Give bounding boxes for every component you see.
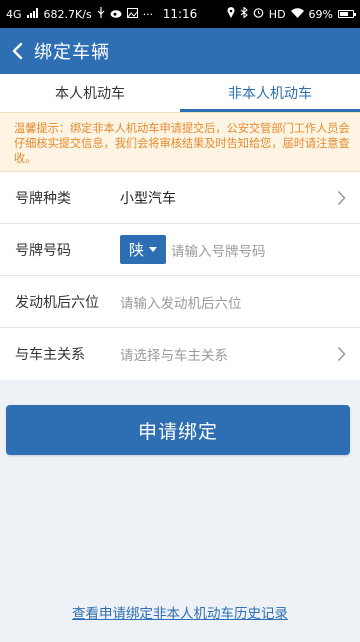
network-speed: 682.7K/s — [43, 7, 92, 21]
plate-number-label: 号牌号码 — [15, 242, 71, 259]
province-select[interactable]: 陕 — [120, 235, 166, 264]
status-bar: 4G 682.7K/s ··· 11:16 HD 69% — [0, 0, 360, 28]
location-icon — [227, 7, 235, 21]
apply-bind-button[interactable]: 申请绑定 — [6, 405, 350, 455]
tab-own-vehicle[interactable]: 本人机动车 — [0, 74, 180, 112]
usb-icon — [97, 7, 105, 21]
plate-type-label: 号牌种类 — [15, 190, 71, 207]
engine-label: 发动机后六位 — [15, 294, 99, 311]
engine-input[interactable]: 请输入发动机后六位 — [120, 292, 242, 312]
bluetooth-icon — [240, 6, 248, 21]
network-type: 4G — [6, 7, 22, 21]
chevron-right-icon — [337, 346, 346, 362]
chevron-left-icon — [12, 42, 23, 60]
notice-banner: 温馨提示：绑定非本人机动车申请提交后，公安交管部门工作人员会仔细核实提交信息，我… — [0, 112, 360, 172]
wifi-icon — [290, 7, 304, 21]
tab-bar: 本人机动车 非本人机动车 — [0, 74, 360, 112]
bind-form: 号牌种类 小型汽车 号牌号码 陕 请输入号牌号码 发动机后六位 请输入发动机后六… — [0, 172, 360, 380]
caret-down-icon — [149, 247, 157, 252]
battery-icon — [338, 10, 356, 18]
engine-row: 发动机后六位 请输入发动机后六位 — [0, 276, 360, 328]
battery-level — [340, 12, 348, 16]
weibo-icon — [110, 8, 122, 21]
page-title: 绑定车辆 — [34, 42, 110, 63]
hd-label: HD — [268, 7, 286, 21]
relation-label: 与车主关系 — [15, 347, 85, 363]
province-value: 陕 — [128, 241, 144, 259]
history-link[interactable]: 查看申请绑定非本人机动车历史记录 — [0, 602, 360, 622]
battery-percent: 69% — [308, 7, 333, 21]
plate-number-input[interactable]: 请输入号牌号码 — [171, 240, 266, 260]
more-dots: ··· — [142, 7, 154, 21]
alarm-icon — [253, 7, 264, 21]
plate-number-row: 号牌号码 陕 请输入号牌号码 — [0, 224, 360, 276]
relation-row[interactable]: 与车主关系 请选择与车主关系 — [0, 328, 360, 380]
tab-other-vehicle[interactable]: 非本人机动车 — [180, 74, 360, 112]
back-button[interactable] — [0, 28, 34, 74]
app-header: 绑定车辆 — [0, 28, 360, 74]
image-icon — [126, 7, 138, 21]
relation-select[interactable]: 请选择与车主关系 — [120, 344, 228, 364]
signal-icon — [26, 7, 39, 21]
plate-type-value: 小型汽车 — [120, 190, 176, 207]
chevron-right-icon — [337, 190, 346, 205]
plate-type-row[interactable]: 号牌种类 小型汽车 — [0, 172, 360, 224]
